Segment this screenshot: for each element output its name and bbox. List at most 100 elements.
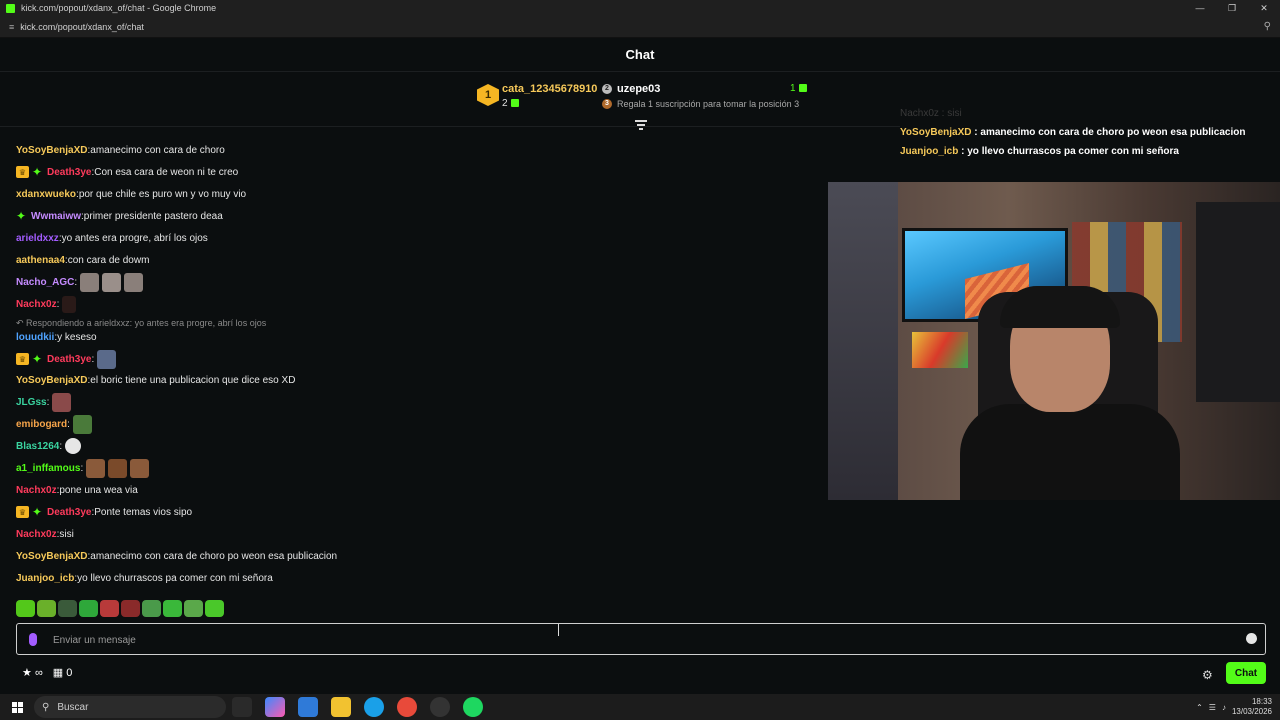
gear-icon[interactable]: ⚙ <box>1202 668 1213 682</box>
tray-chevron-icon[interactable]: ⌃ <box>1196 703 1203 712</box>
chat-message-box[interactable] <box>16 623 1266 655</box>
emote-icon[interactable] <box>58 600 77 617</box>
chat-username[interactable]: a1_inffamous <box>16 463 80 474</box>
url-text[interactable]: kick.com/popout/xdanx_of/chat <box>20 22 144 32</box>
emote-icon[interactable] <box>184 600 203 617</box>
chat-message[interactable]: Juanjoo_icb: yo llevo churrascos pa come… <box>16 568 273 588</box>
skull-emote-icon[interactable] <box>65 438 82 454</box>
minimize-icon[interactable]: — <box>1184 0 1216 16</box>
emote-icon[interactable] <box>97 349 117 369</box>
channel-points[interactable]: ★ ∞ <box>22 666 43 679</box>
chat-message[interactable]: JLGss: <box>16 392 72 412</box>
chat-message[interactable]: aathenaa4: con cara de dowm <box>16 250 149 270</box>
cat-emote-icon[interactable] <box>124 272 144 292</box>
send-chat-button[interactable]: Chat <box>1226 662 1266 684</box>
leader-2-name[interactable]: uzepe03 <box>617 83 660 95</box>
cat-emote-icon[interactable] <box>102 272 122 292</box>
chat-username[interactable]: Death3ye <box>47 167 91 178</box>
chrome-icon[interactable] <box>397 697 417 717</box>
restore-icon[interactable]: ❐ <box>1216 0 1248 16</box>
spotify-icon[interactable] <box>463 697 483 717</box>
obs-icon[interactable] <box>430 697 450 717</box>
emoji-picker-icon[interactable] <box>1246 633 1257 644</box>
chat-message[interactable]: a1_inffamous: <box>16 458 150 478</box>
taskbar-search[interactable]: ⚲ Buscar <box>34 696 226 718</box>
chat-username[interactable]: YoSoyBenjaXD <box>16 551 88 562</box>
chat-username[interactable]: aathenaa4 <box>16 255 65 266</box>
chat-message[interactable]: arieldxxz: yo antes era progre, abrí los… <box>16 228 208 248</box>
overlay-text: : yo llevo churrascos pa comer con mi se… <box>958 146 1179 157</box>
emote-icon[interactable] <box>86 458 106 478</box>
chat-message[interactable]: emibogard: <box>16 414 92 434</box>
chat-message[interactable]: ♛ ✦ Death3ye: Ponte temas vios sipo <box>16 502 192 522</box>
chat-username[interactable]: YoSoyBenjaXD <box>16 375 88 386</box>
chat-message[interactable]: YoSoyBenjaXD: el boric tiene una publica… <box>16 370 295 390</box>
chat-username[interactable]: JLGss <box>16 397 47 408</box>
emote-icon[interactable] <box>121 600 140 617</box>
emote-icon[interactable] <box>163 600 182 617</box>
emote-icon[interactable] <box>100 600 119 617</box>
file-explorer-icon[interactable] <box>331 697 351 717</box>
chat-username[interactable]: Nacho_AGC <box>16 277 74 288</box>
clock[interactable]: 18:33 13/03/2026 <box>1232 697 1272 717</box>
microphone-icon[interactable] <box>29 633 37 646</box>
store-icon[interactable] <box>298 697 318 717</box>
emote-icon[interactable] <box>62 295 77 313</box>
chat-username[interactable]: Death3ye <box>47 354 91 365</box>
wifi-icon[interactable]: ☰ <box>1209 703 1216 712</box>
chat-username[interactable]: xdanxwueko <box>16 189 76 200</box>
chat-username[interactable]: Death3ye <box>47 507 91 518</box>
chat-username[interactable]: arieldxxz <box>16 233 59 244</box>
chat-message[interactable]: ✦ Wwmaiww: primer presidente pastero dea… <box>16 206 223 226</box>
emote-icon[interactable] <box>72 414 92 434</box>
emote-icon[interactable] <box>205 600 224 617</box>
zoom-icon[interactable]: ⚲ <box>1264 21 1271 32</box>
chat-username[interactable]: Blas1264 <box>16 441 59 452</box>
clock-date: 13/03/2026 <box>1231 707 1272 716</box>
chat-message[interactable]: Nacho_AGC: <box>16 272 144 292</box>
taskbar-search-label: Buscar <box>57 701 89 713</box>
chat-username[interactable]: Juanjoo_icb <box>16 573 74 584</box>
copilot-icon[interactable] <box>265 697 285 717</box>
chat-message[interactable]: YoSoyBenjaXD: amanecimo con cara de chor… <box>16 140 225 160</box>
chat-username[interactable]: louudkii <box>16 332 54 343</box>
emote-icon[interactable] <box>142 600 161 617</box>
task-view-icon[interactable] <box>232 697 252 717</box>
chat-message[interactable]: YoSoyBenjaXD: amanecimo con cara de chor… <box>16 546 337 566</box>
address-bar[interactable]: ≡ kick.com/popout/xdanx_of/chat ⚲ <box>0 16 1280 38</box>
sparkle-badge-icon: ✦ <box>16 209 27 223</box>
leader-1-name[interactable]: cata_12345678910 <box>502 83 597 95</box>
chat-message-input[interactable] <box>53 630 1233 650</box>
emote-icon[interactable] <box>52 392 72 412</box>
emote-icon[interactable] <box>130 458 150 478</box>
chat-username[interactable]: Wwmaiww <box>31 211 81 222</box>
chat-username[interactable]: emibogard <box>16 419 67 430</box>
rank-2-badge: 2 <box>602 84 612 94</box>
chat-message[interactable]: Nachx0z: pone una wea via <box>16 480 138 500</box>
chat-message[interactable]: ♛ ✦ Death3ye: Con esa cara de weon ni te … <box>16 162 238 182</box>
cat-emote-icon[interactable] <box>80 272 100 292</box>
chat-username[interactable]: Nachx0z <box>16 485 57 496</box>
site-settings-icon[interactable]: ≡ <box>9 22 14 32</box>
chat-message[interactable]: ♛ ✦ Death3ye: <box>16 349 117 369</box>
emote-icon[interactable] <box>16 600 35 617</box>
emote-icon[interactable] <box>79 600 98 617</box>
chat-username[interactable]: Nachx0z <box>16 529 57 540</box>
edge-icon[interactable] <box>364 697 384 717</box>
gift-counter[interactable]: ▦ 0 <box>53 666 73 679</box>
chat-message[interactable]: Blas1264: <box>16 436 82 456</box>
volume-icon[interactable]: ♪ <box>1222 703 1226 712</box>
chat-filter-icon[interactable] <box>635 120 647 130</box>
close-icon[interactable]: ✕ <box>1248 0 1280 16</box>
chat-message[interactable]: xdanxwueko: por que chile es puro wn y v… <box>16 184 246 204</box>
emote-icon[interactable] <box>37 600 56 617</box>
chat-text: Ponte temas vios sipo <box>94 506 193 518</box>
kick-favicon-icon <box>6 3 15 13</box>
chat-message[interactable]: Nachx0z: sisi <box>16 524 74 544</box>
chat-message[interactable]: louudkii: y keseso <box>16 327 97 347</box>
chat-message[interactable]: Nachx0z: <box>16 294 77 314</box>
chat-username[interactable]: Nachx0z <box>16 299 57 310</box>
windows-start-icon[interactable] <box>0 694 34 720</box>
chat-username[interactable]: YoSoyBenjaXD <box>16 145 88 156</box>
emote-icon[interactable] <box>108 458 128 478</box>
